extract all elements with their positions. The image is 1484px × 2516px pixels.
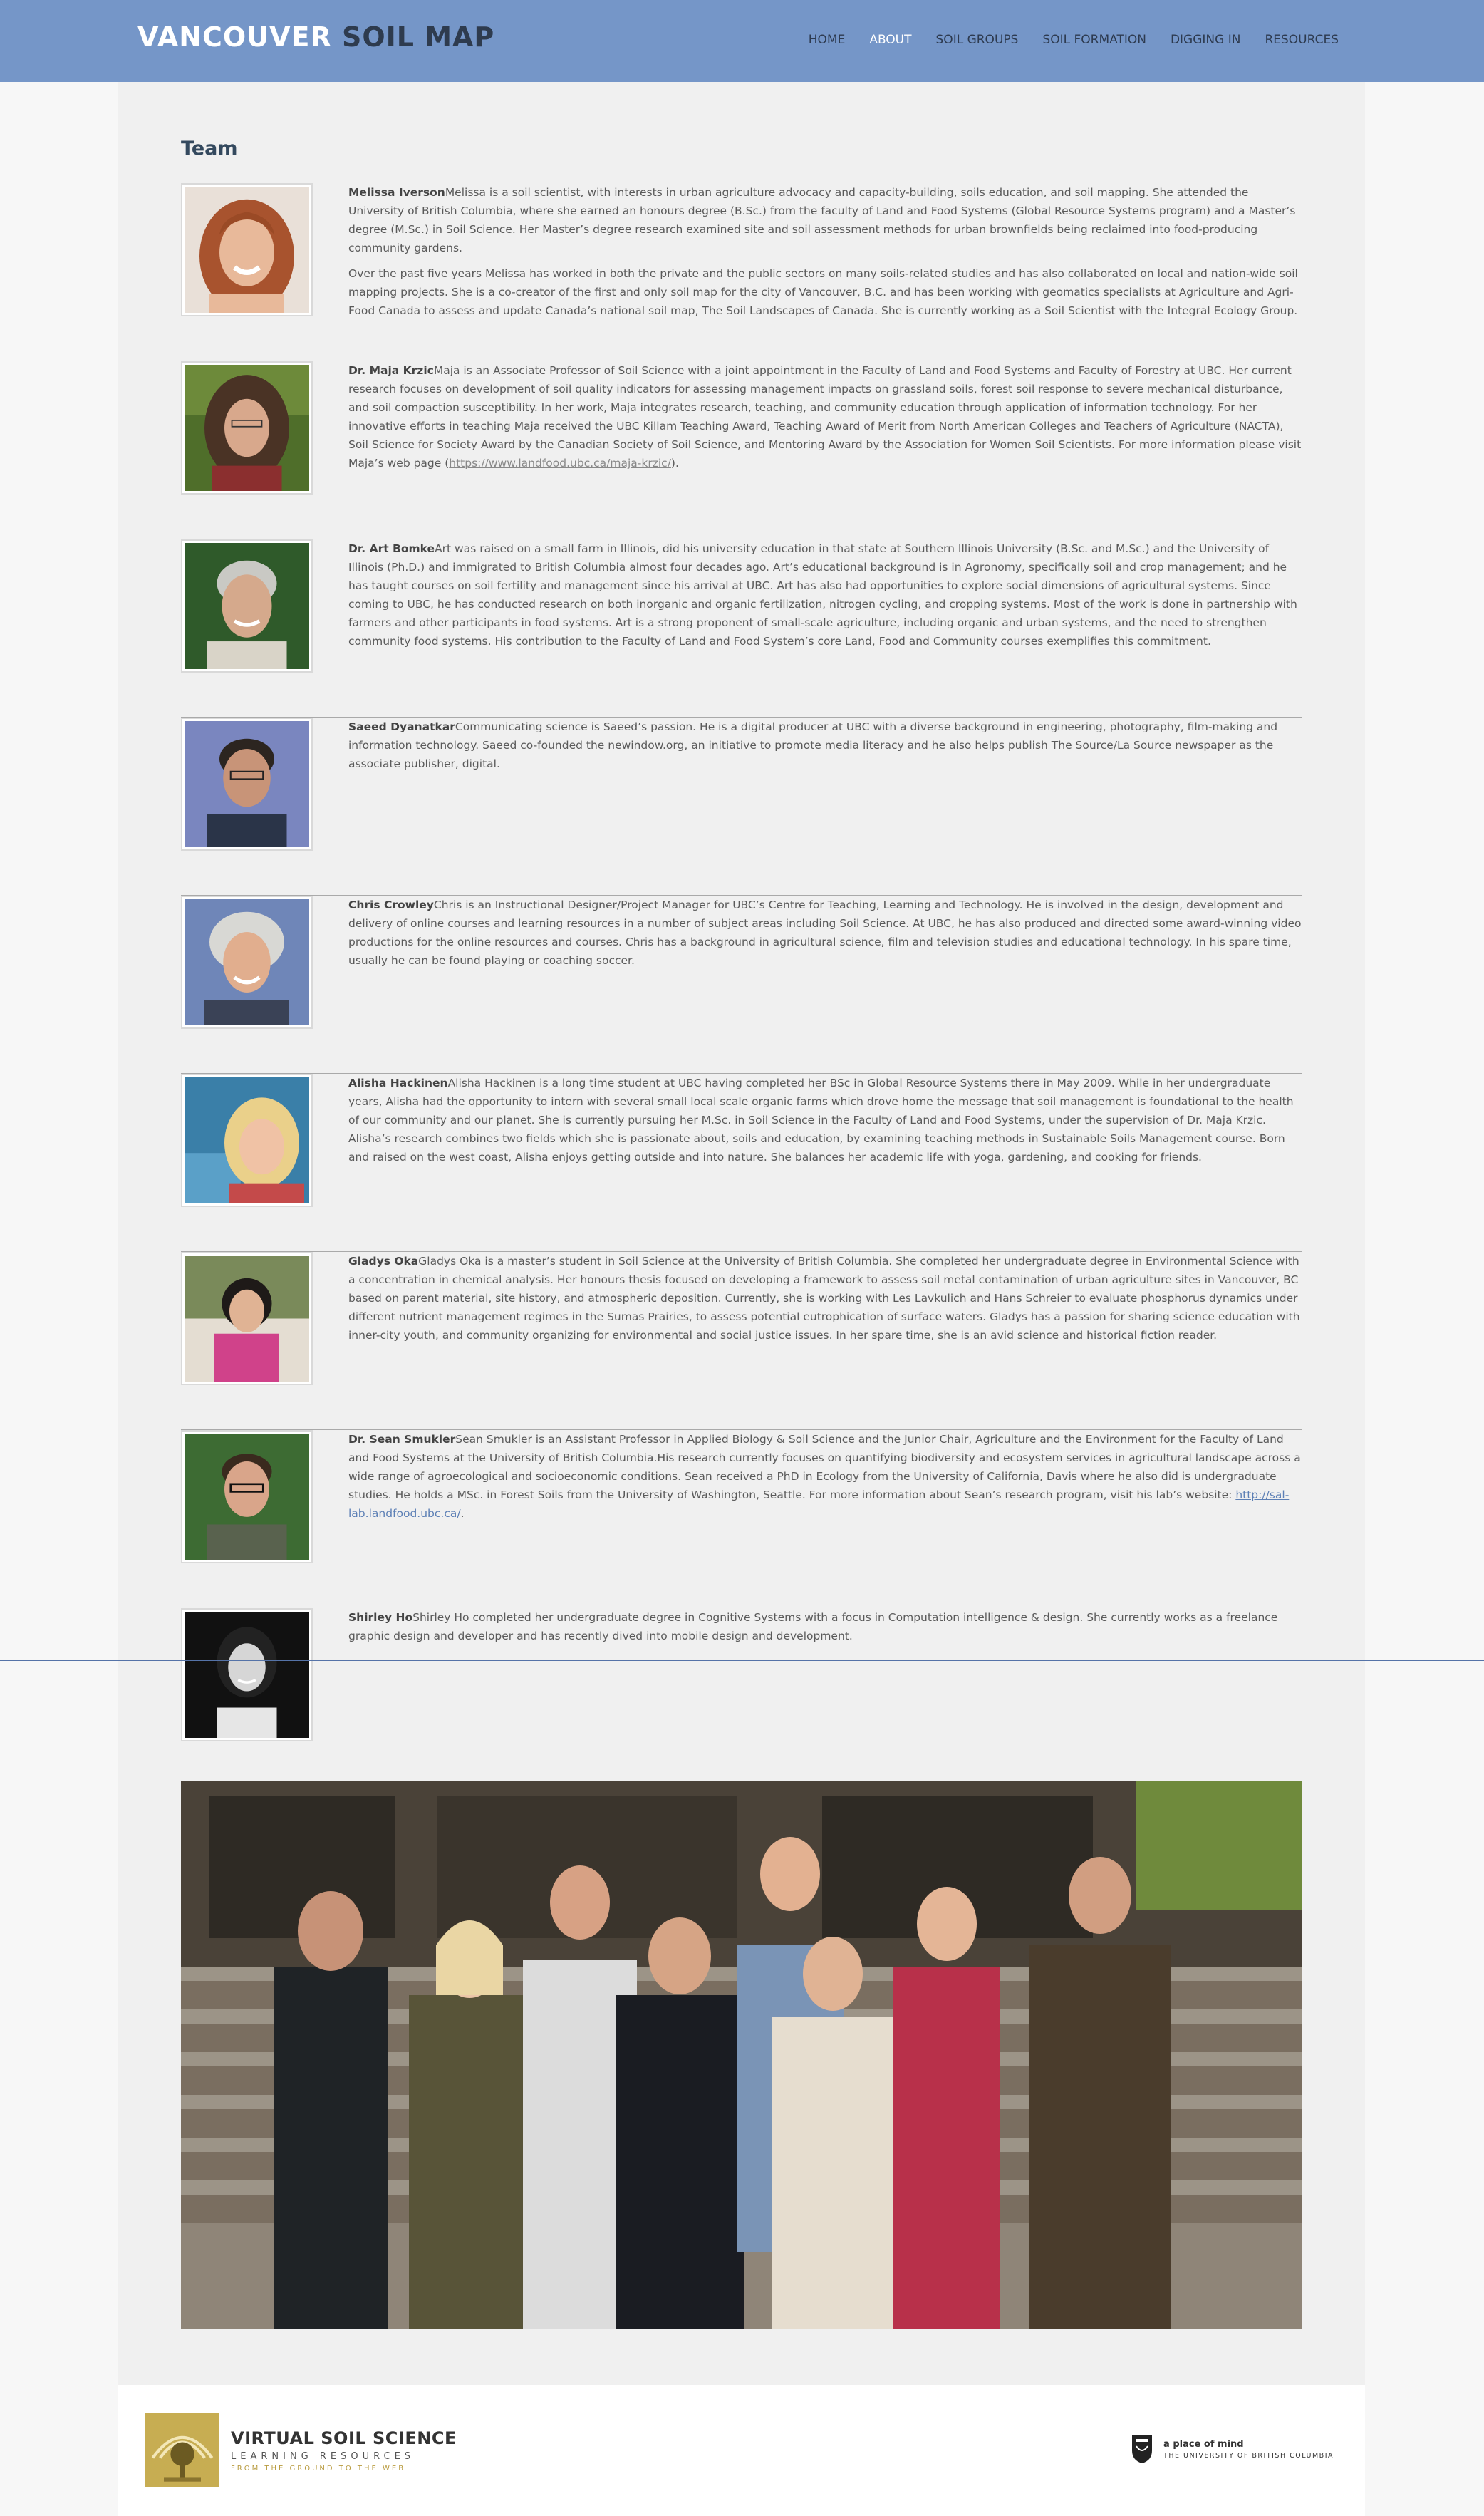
nav-resources[interactable]: RESOURCES — [1265, 33, 1339, 47]
member-bio-end: ). — [670, 457, 679, 470]
team-member: Gladys OkaGladys Oka is a master’s stude… — [181, 1252, 1302, 1430]
logo-part-1: VANCOUVER — [137, 21, 332, 53]
nav-home[interactable]: HOME — [809, 33, 846, 47]
ubc-subtitle: THE UNIVERSITY OF BRITISH COLUMBIA — [1163, 2451, 1334, 2460]
member-bio: Shirley HoShirley Ho completed her under… — [348, 1608, 1302, 1645]
member-bio: Dr. Art BomkeArt was raised on a small f… — [348, 539, 1302, 651]
member-bio: Gladys OkaGladys Oka is a master’s stude… — [348, 1252, 1302, 1345]
team-member: Alisha HackinenAlisha Hackinen is a long… — [181, 1074, 1302, 1252]
member-photo — [181, 539, 313, 673]
member-bio-text-2: Over the past five years Melissa has wor… — [348, 267, 1298, 317]
member-photo — [181, 1252, 313, 1385]
member-photo — [181, 718, 313, 851]
member-bio: Dr. Sean SmuklerSean Smukler is an Assis… — [348, 1430, 1302, 1523]
vss-badge-icon — [145, 2413, 219, 2487]
member-name: Saeed Dyanatkar — [348, 720, 455, 733]
member-name: Alisha Hackinen — [348, 1077, 448, 1089]
page-title: Team — [181, 138, 238, 160]
member-bio: Alisha HackinenAlisha Hackinen is a long… — [348, 1074, 1302, 1166]
member-name: Chris Crowley — [348, 899, 434, 911]
member-photo — [181, 1074, 313, 1207]
ubc-logo[interactable]: a place of mind THE UNIVERSITY OF BRITIS… — [1131, 2433, 1334, 2465]
member-photo — [181, 183, 313, 316]
member-bio-text: Melissa is a soil scientist, with intere… — [348, 186, 1296, 254]
team-member: Dr. Art BomkeArt was raised on a small f… — [181, 539, 1302, 718]
nav-about[interactable]: ABOUT — [869, 33, 911, 47]
member-bio: Dr. Maja KrzicMaja is an Associate Profe… — [348, 361, 1302, 472]
ubc-text: a place of mind THE UNIVERSITY OF BRITIS… — [1163, 2439, 1334, 2460]
member-name: Shirley Ho — [348, 1611, 413, 1624]
member-photo — [181, 1608, 313, 1741]
team-member: Chris CrowleyChris is an Instructional D… — [181, 896, 1302, 1074]
team-member: Shirley HoShirley Ho completed her under… — [181, 1608, 1302, 1786]
member-bio: Saeed DyanatkarCommunicating science is … — [348, 718, 1302, 773]
ubc-crest-icon — [1132, 2435, 1153, 2463]
vss-tagline: FROM THE GROUND TO THE WEB — [231, 2465, 406, 2473]
member-bio: Melissa IversonMelissa is a soil scienti… — [348, 183, 1302, 320]
member-name: Dr. Maja Krzic — [348, 364, 434, 377]
member-bio-text: Art was raised on a small farm in Illino… — [348, 542, 1297, 648]
logo-part-2: SOIL MAP — [341, 21, 495, 53]
member-name: Dr. Sean Smukler — [348, 1433, 456, 1446]
ubc-title: a place of mind — [1163, 2438, 1244, 2450]
member-bio: Chris CrowleyChris is an Instructional D… — [348, 896, 1302, 970]
member-photo — [181, 896, 313, 1029]
site-footer: VIRTUAL SOIL SCIENCE LEARNING RESOURCES … — [118, 2385, 1365, 2516]
nav-digging-in[interactable]: DIGGING IN — [1171, 33, 1241, 47]
team-member: Saeed DyanatkarCommunicating science is … — [181, 718, 1302, 896]
nav-soil-groups[interactable]: SOIL GROUPS — [936, 33, 1019, 47]
member-bio-end: . — [460, 1507, 465, 1520]
team-member: Dr. Maja KrzicMaja is an Associate Profe… — [181, 361, 1302, 539]
member-photo — [181, 361, 313, 495]
nav-soil-formation[interactable]: SOIL FORMATION — [1042, 33, 1146, 47]
member-bio-text: Chris is an Instructional Designer/Proje… — [348, 899, 1302, 967]
member-name: Gladys Oka — [348, 1255, 419, 1268]
team-member: Dr. Sean SmuklerSean Smukler is an Assis… — [181, 1430, 1302, 1608]
member-bio-text: Alisha Hackinen is a long time student a… — [348, 1077, 1294, 1164]
member-name: Dr. Art Bomke — [348, 542, 435, 555]
member-name: Melissa Iverson — [348, 186, 445, 199]
maja-web-link[interactable]: https://www.landfood.ubc.ca/maja-krzic/ — [449, 457, 671, 470]
main-content: Team Melissa IversonMelissa is a soil sc… — [118, 82, 1365, 2385]
member-bio-text: Maja is an Associate Professor of Soil S… — [348, 364, 1302, 470]
guide-line — [0, 1660, 1484, 1661]
vss-title: VIRTUAL SOIL SCIENCE — [231, 2428, 457, 2448]
site-header: VANCOUVER SOIL MAP HOME ABOUT SOIL GROUP… — [0, 0, 1484, 82]
main-nav: HOME ABOUT SOIL GROUPS SOIL FORMATION DI… — [809, 33, 1339, 47]
team-group-photo — [181, 1781, 1302, 2329]
member-bio-text: Sean Smukler is an Assistant Professor i… — [348, 1433, 1301, 1501]
member-bio-text: Gladys Oka is a master’s student in Soil… — [348, 1255, 1300, 1342]
site-logo[interactable]: VANCOUVER SOIL MAP — [137, 21, 494, 53]
vss-logo[interactable]: VIRTUAL SOIL SCIENCE LEARNING RESOURCES … — [145, 2413, 457, 2487]
member-bio-text: Shirley Ho completed her undergraduate d… — [348, 1611, 1278, 1642]
vss-subtitle: LEARNING RESOURCES — [231, 2451, 415, 2462]
member-bio-text: Communicating science is Saeed’s passion… — [348, 720, 1278, 770]
member-photo — [181, 1430, 313, 1563]
team-member: Melissa IversonMelissa is a soil scienti… — [181, 183, 1302, 361]
